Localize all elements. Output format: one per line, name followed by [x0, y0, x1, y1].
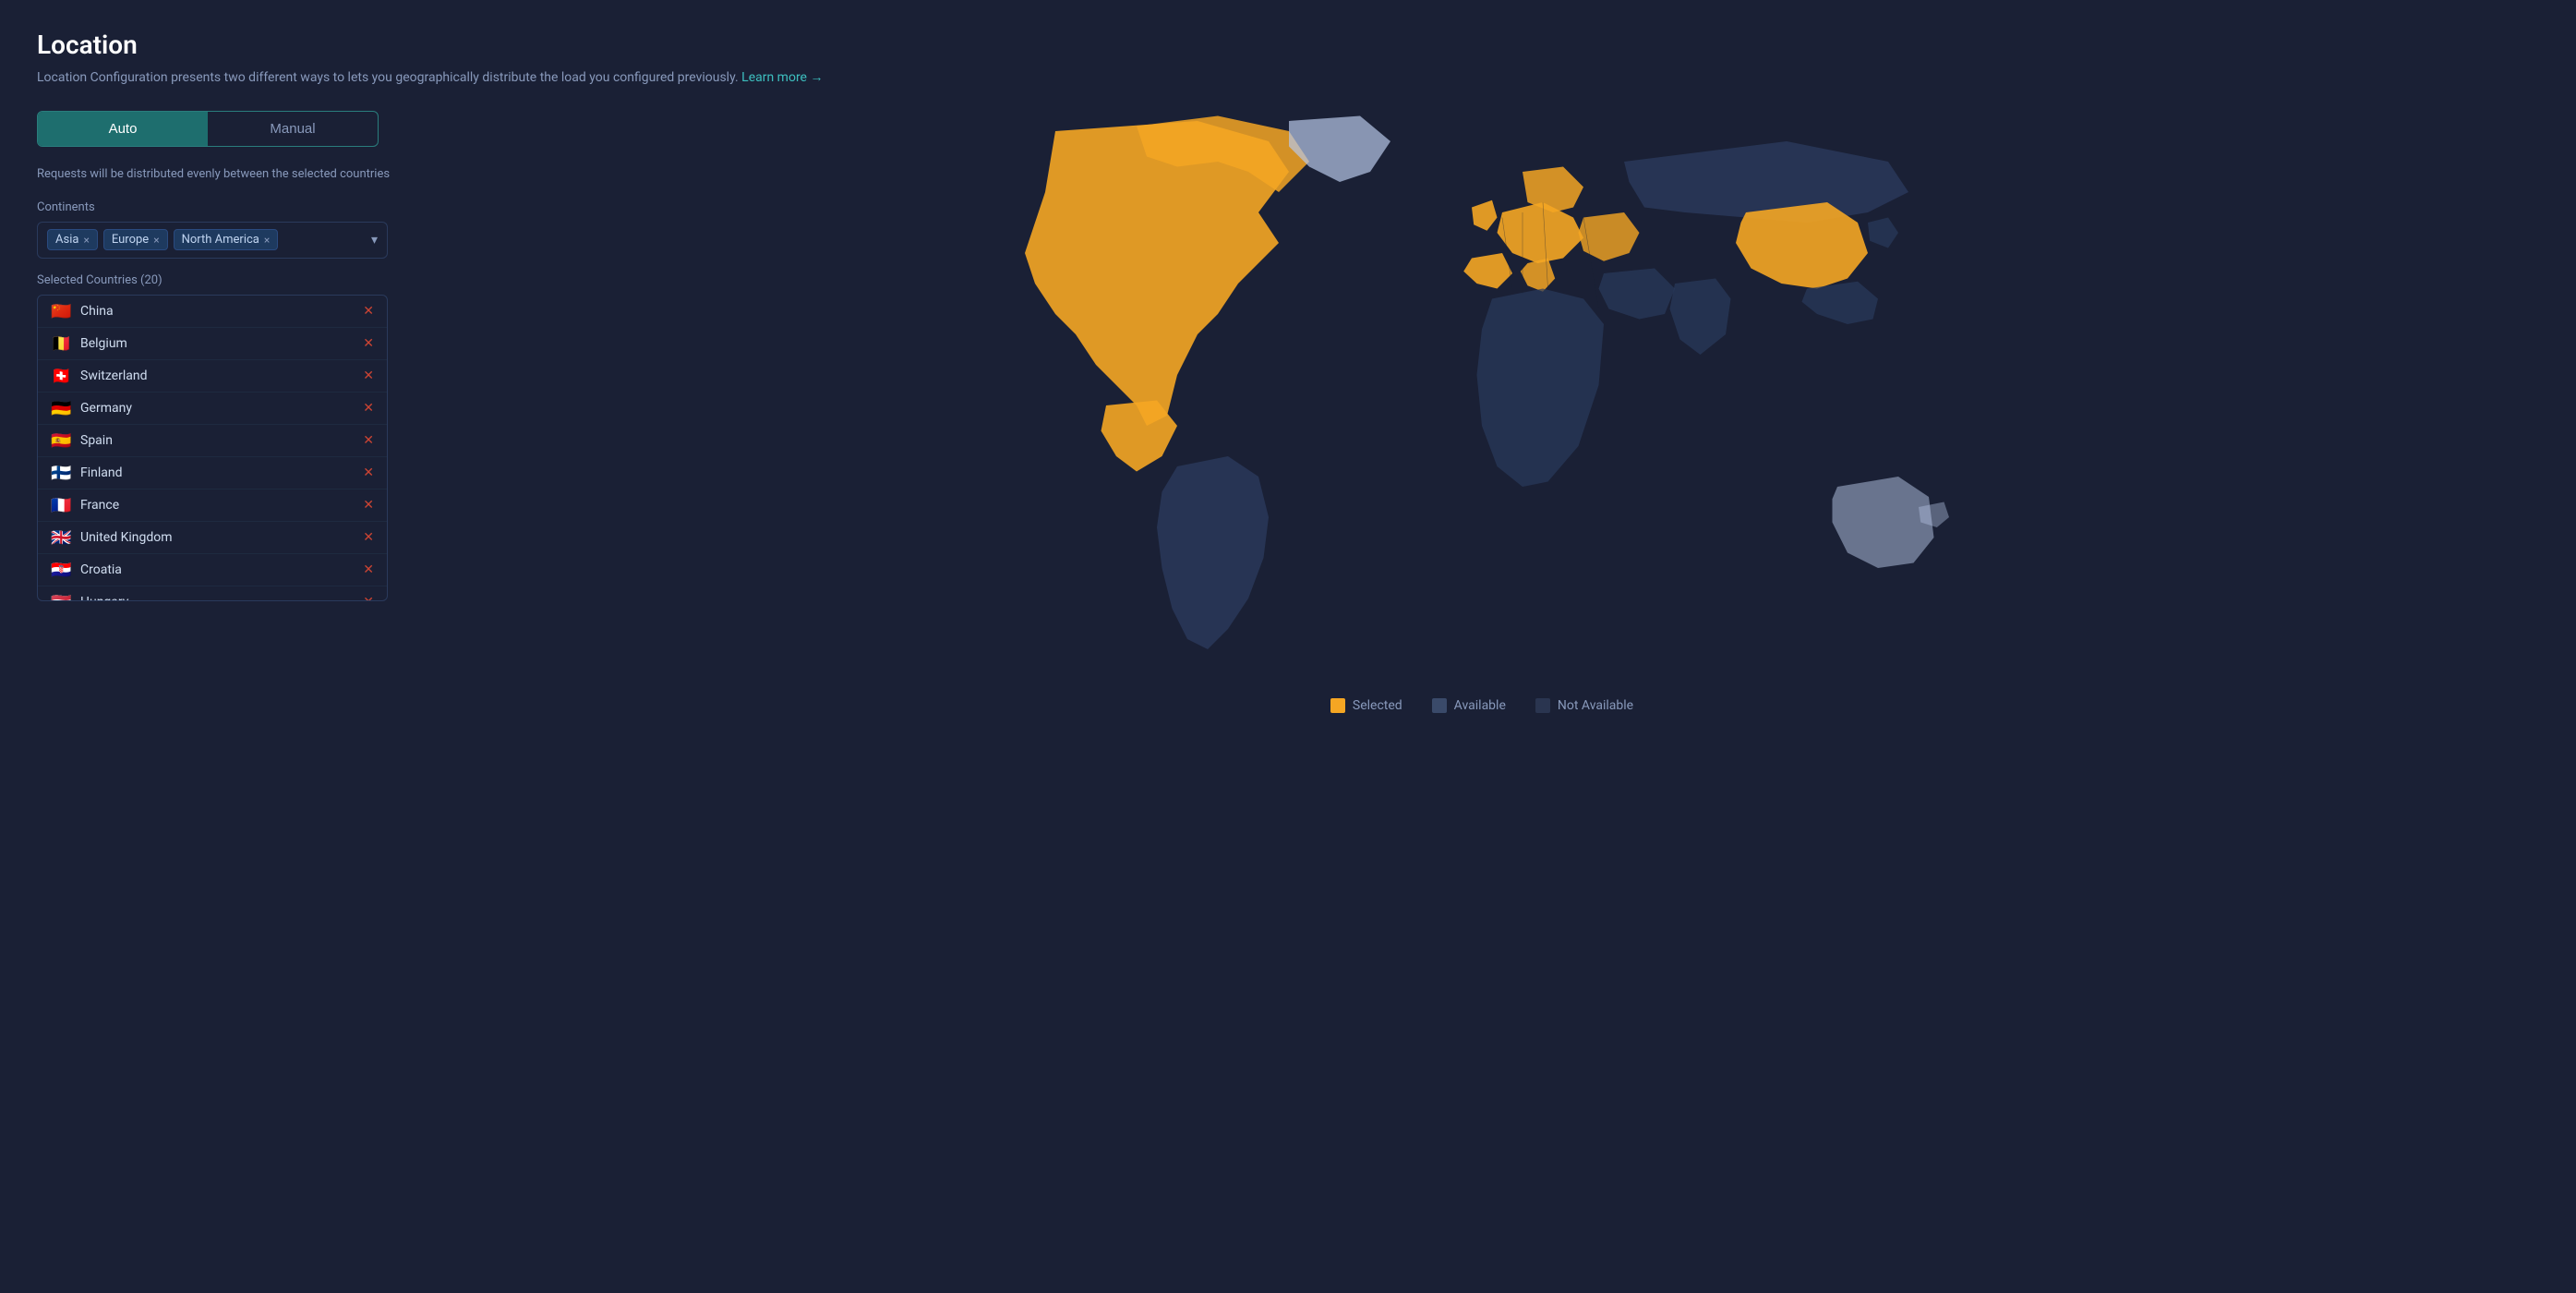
- tag-europe: Europe ×: [103, 229, 168, 250]
- remove-north-america[interactable]: ×: [264, 234, 270, 247]
- country-name: China: [80, 304, 363, 319]
- country-name: France: [80, 498, 363, 513]
- learn-more-link[interactable]: Learn more →: [741, 70, 823, 85]
- remove-country-button[interactable]: ✕: [363, 530, 374, 545]
- mode-tabs: Auto Manual: [37, 111, 379, 147]
- list-item: 🇭🇷 Croatia ✕: [38, 554, 387, 586]
- remove-country-button[interactable]: ✕: [363, 369, 374, 383]
- remove-country-button[interactable]: ✕: [363, 562, 374, 577]
- remove-country-button[interactable]: ✕: [363, 595, 374, 600]
- legend-selected-label: Selected: [1353, 698, 1402, 713]
- tag-north-america: North America ×: [174, 229, 279, 250]
- country-flag: 🇨🇭: [51, 369, 71, 383]
- list-item: 🇩🇪 Germany ✕: [38, 393, 387, 425]
- country-name: Finland: [80, 465, 363, 480]
- country-name: Spain: [80, 433, 363, 448]
- legend-selected: Selected: [1330, 698, 1402, 713]
- countries-list: 🇨🇳 China ✕ 🇧🇪 Belgium ✕ 🇨🇭 Switzerland ✕…: [37, 295, 388, 601]
- country-flag: 🇭🇺: [51, 595, 71, 600]
- list-item: 🇨🇭 Switzerland ✕: [38, 360, 387, 393]
- map-panel: Selected Available Not Available: [425, 111, 2539, 713]
- left-panel: Auto Manual Requests will be distributed…: [37, 111, 425, 601]
- legend-available-dot: [1432, 698, 1447, 713]
- country-flag: 🇪🇸: [51, 433, 71, 448]
- remove-country-button[interactable]: ✕: [363, 433, 374, 448]
- continent-input[interactable]: [283, 233, 339, 247]
- page-title: Location: [37, 30, 2539, 60]
- continents-label: Continents: [37, 200, 425, 214]
- country-name: United Kingdom: [80, 530, 363, 545]
- page-subtitle: Location Configuration presents two diff…: [37, 69, 2539, 85]
- dropdown-arrow-icon[interactable]: ▾: [366, 233, 378, 248]
- country-flag: 🇨🇳: [51, 304, 71, 319]
- list-item: 🇬🇧 United Kingdom ✕: [38, 522, 387, 554]
- list-item: 🇫🇷 France ✕: [38, 489, 387, 522]
- remove-country-button[interactable]: ✕: [363, 498, 374, 513]
- tab-manual[interactable]: Manual: [208, 112, 378, 146]
- remove-country-button[interactable]: ✕: [363, 465, 374, 480]
- list-item: 🇭🇺 Hungary ✕: [38, 586, 387, 600]
- remove-europe[interactable]: ×: [153, 234, 159, 247]
- countries-header: Selected Countries (20): [37, 273, 425, 287]
- mode-description: Requests will be distributed evenly betw…: [37, 165, 406, 184]
- continent-select[interactable]: Asia × Europe × North America × ▾: [37, 222, 388, 259]
- list-item: 🇪🇸 Spain ✕: [38, 425, 387, 457]
- country-flag: 🇧🇪: [51, 336, 71, 351]
- list-item: 🇧🇪 Belgium ✕: [38, 328, 387, 360]
- list-item: 🇨🇳 China ✕: [38, 296, 387, 328]
- legend-not-available-dot: [1535, 698, 1550, 713]
- country-flag: 🇭🇷: [51, 562, 71, 577]
- legend-not-available: Not Available: [1535, 698, 1633, 713]
- legend-selected-dot: [1330, 698, 1345, 713]
- world-map: [974, 111, 1990, 683]
- remove-asia[interactable]: ×: [83, 234, 89, 247]
- countries-scroll[interactable]: 🇨🇳 China ✕ 🇧🇪 Belgium ✕ 🇨🇭 Switzerland ✕…: [38, 296, 387, 600]
- legend-not-available-label: Not Available: [1558, 698, 1633, 713]
- tab-auto[interactable]: Auto: [38, 112, 208, 146]
- country-name: Germany: [80, 401, 363, 416]
- legend-available: Available: [1432, 698, 1506, 713]
- country-flag: 🇫🇮: [51, 465, 71, 480]
- map-legend: Selected Available Not Available: [1330, 698, 1633, 713]
- country-name: Switzerland: [80, 369, 363, 383]
- country-name: Hungary: [80, 595, 363, 600]
- list-item: 🇫🇮 Finland ✕: [38, 457, 387, 489]
- remove-country-button[interactable]: ✕: [363, 304, 374, 319]
- country-flag: 🇩🇪: [51, 401, 71, 416]
- country-flag: 🇫🇷: [51, 498, 71, 513]
- remove-country-button[interactable]: ✕: [363, 401, 374, 416]
- remove-country-button[interactable]: ✕: [363, 336, 374, 351]
- country-flag: 🇬🇧: [51, 530, 71, 545]
- country-name: Croatia: [80, 562, 363, 577]
- country-name: Belgium: [80, 336, 363, 351]
- tag-asia: Asia ×: [47, 229, 98, 250]
- legend-available-label: Available: [1454, 698, 1506, 713]
